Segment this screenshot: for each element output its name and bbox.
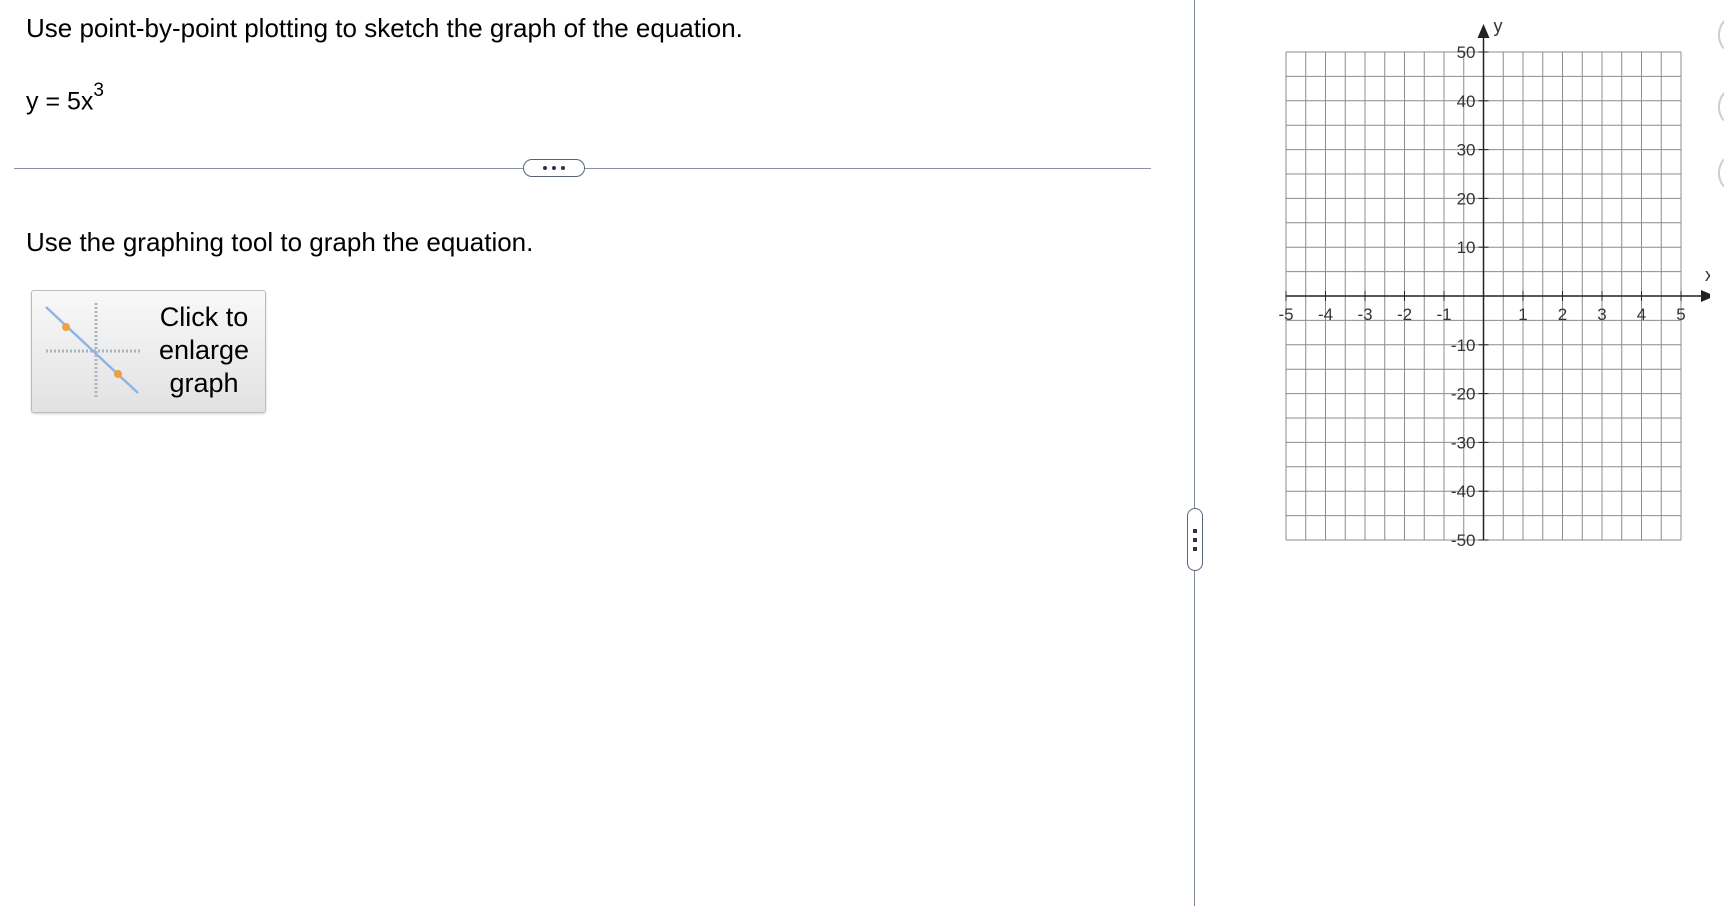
graphing-tool-canvas[interactable]: -5 -4 -3 -2 -1 1 2 3 4 5 50 40 30 20 10 -10 -20 -30 -40 -5… bbox=[1270, 12, 1710, 552]
y-tick-label: 40 bbox=[1457, 92, 1476, 111]
x-axis-label: x bbox=[1705, 265, 1710, 285]
tool-button-partial[interactable] bbox=[1718, 156, 1724, 190]
handle-dot bbox=[1193, 528, 1197, 533]
x-tick-label: 3 bbox=[1597, 305, 1606, 324]
y-tick-label: -10 bbox=[1451, 336, 1476, 355]
x-tick-label: 2 bbox=[1558, 305, 1567, 324]
question-instruction: Use point-by-point plotting to sketch th… bbox=[26, 13, 743, 43]
pane-resize-handle[interactable] bbox=[1187, 508, 1203, 571]
equation: y = 5x3 bbox=[26, 80, 104, 116]
graph-thumbnail-icon bbox=[45, 303, 140, 399]
pane-splitter bbox=[1194, 0, 1195, 906]
y-tick-label: -20 bbox=[1451, 385, 1476, 404]
ellipsis-dot bbox=[552, 166, 556, 170]
handle-dot bbox=[1193, 546, 1197, 551]
y-tick-label: -30 bbox=[1451, 433, 1476, 452]
x-tick-label: -3 bbox=[1357, 305, 1372, 324]
x-tick-label: -2 bbox=[1397, 305, 1412, 324]
axes bbox=[1286, 24, 1710, 540]
x-tick-label: -1 bbox=[1436, 305, 1451, 324]
y-tick-label: -40 bbox=[1451, 482, 1476, 501]
equation-exponent: 3 bbox=[93, 80, 104, 101]
answer-instruction: Use the graphing tool to graph the equat… bbox=[26, 227, 534, 257]
y-tick-label: 30 bbox=[1457, 141, 1476, 160]
y-tick-label: 50 bbox=[1457, 43, 1476, 62]
enlarge-graph-label: Click to enlarge graph bbox=[158, 302, 250, 398]
x-tick-label: 4 bbox=[1637, 305, 1646, 324]
x-tick-label: 1 bbox=[1518, 305, 1527, 324]
x-tick-label: 5 bbox=[1676, 305, 1685, 324]
y-axis-arrow-icon bbox=[1477, 24, 1490, 38]
y-tick-label: -50 bbox=[1451, 531, 1476, 550]
tool-button-partial[interactable] bbox=[1718, 90, 1724, 124]
page: Use point-by-point plotting to sketch th… bbox=[0, 0, 1724, 906]
x-tick-label: -4 bbox=[1318, 305, 1333, 324]
tool-button-partial[interactable] bbox=[1718, 18, 1724, 52]
equation-base: y = 5x bbox=[26, 87, 94, 116]
ellipsis-dot bbox=[543, 166, 547, 170]
x-axis-arrow-icon bbox=[1701, 290, 1710, 302]
enlarge-graph-button[interactable]: Click to enlarge graph bbox=[31, 290, 266, 413]
y-tick-label: 10 bbox=[1457, 238, 1476, 257]
y-axis-label: y bbox=[1494, 16, 1503, 36]
handle-dot bbox=[1193, 537, 1197, 542]
y-tick-label: 20 bbox=[1457, 189, 1476, 208]
x-tick-label: -5 bbox=[1278, 305, 1293, 324]
expand-more-button[interactable] bbox=[523, 159, 585, 177]
ellipsis-dot bbox=[561, 166, 565, 170]
